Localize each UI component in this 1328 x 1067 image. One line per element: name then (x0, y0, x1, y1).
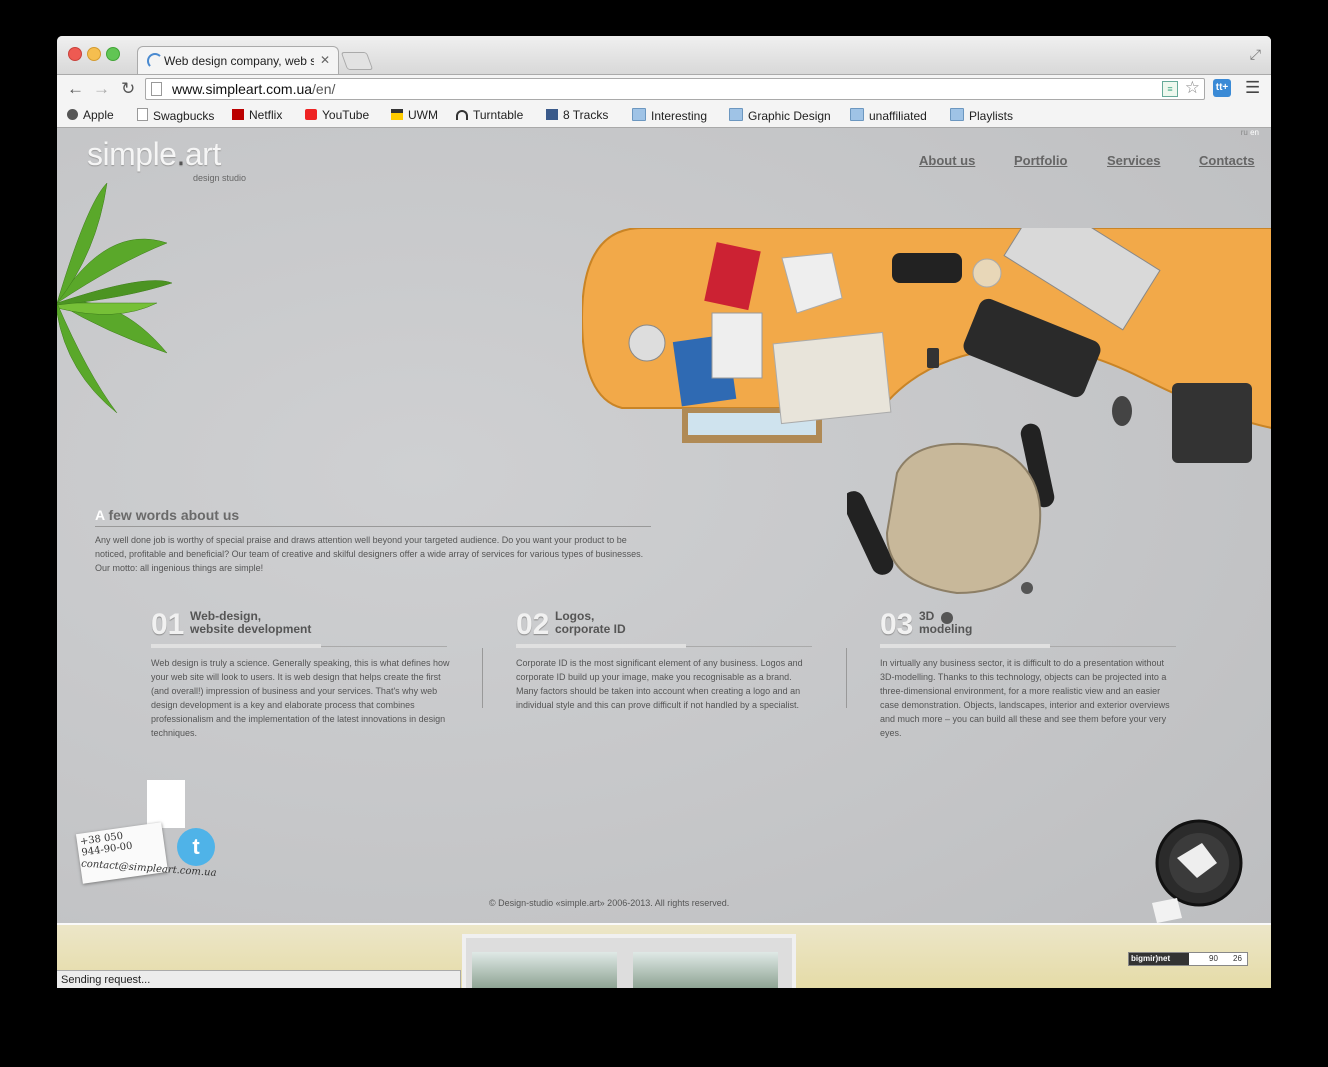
folder-icon (950, 108, 964, 121)
bookmark-turntable[interactable]: Turntable (456, 108, 523, 122)
new-tab-button[interactable] (340, 52, 374, 70)
bookmark-unaffiliated[interactable]: unaffiliated (850, 108, 927, 123)
reload-icon[interactable]: ↻ (121, 79, 135, 99)
menu-icon[interactable]: ☰ (1245, 78, 1260, 98)
bookmark-apple[interactable]: Apple (67, 108, 114, 122)
uwm-icon (391, 109, 403, 120)
office-chair-illustration (847, 423, 1055, 624)
bookmark-star-icon[interactable]: ☆ (1185, 78, 1200, 98)
status-bar: Sending request... (57, 970, 461, 988)
lang-ru-link[interactable]: ru (1241, 128, 1248, 137)
rss-icon[interactable]: ≡ (1162, 81, 1178, 97)
service-number: 01 (151, 608, 185, 641)
placeholder-box (147, 780, 185, 828)
8tracks-icon (546, 109, 558, 120)
folder-icon (729, 108, 743, 121)
youtube-icon (305, 109, 317, 120)
nav-services[interactable]: Services (1107, 153, 1161, 168)
headphones-icon (456, 110, 468, 120)
bookmark-graphic-design[interactable]: Graphic Design (729, 108, 831, 123)
service-title: Logos, corporate ID (555, 609, 626, 636)
service-title: 3D modeling (919, 609, 973, 636)
window-illustration (462, 934, 796, 988)
zoom-window-button[interactable] (106, 47, 120, 61)
browser-toolbar: ← → ↻ www.simpleart.com.ua/en/ ≡ ☆ tt+ ☰ (57, 74, 1271, 103)
bigmir-counter[interactable]: bigmir)net 90 26 (1128, 952, 1248, 966)
service-text: In virtually any business sector, it is … (880, 658, 1170, 738)
apple-icon (67, 109, 78, 120)
bookmark-swagbucks[interactable]: Swagbucks (137, 108, 214, 123)
about-heading: A few words about us (95, 507, 240, 523)
bookmark-interesting[interactable]: Interesting (632, 108, 707, 123)
url-text[interactable]: www.simpleart.com.ua/en/ (172, 81, 335, 97)
nav-portfolio[interactable]: Portfolio (1014, 153, 1067, 168)
about-text: Any well done job is worthy of special p… (95, 535, 644, 573)
close-window-button[interactable] (68, 47, 82, 61)
divider (482, 648, 483, 708)
bookmark-8tracks[interactable]: 8 Tracks (546, 108, 608, 122)
folder-icon (632, 108, 646, 121)
nav-about-us[interactable]: About us (919, 153, 975, 168)
trash-bin-illustration (1152, 819, 1243, 923)
fullscreen-icon[interactable]: ⤢ (1250, 46, 1261, 63)
tab-title: Web design company, web s (164, 54, 314, 68)
bookmarks-bar: Apple Swagbucks Netflix YouTube UWM Turn… (57, 103, 1271, 128)
service-text: Web design is truly a science. Generally… (151, 658, 450, 738)
folder-icon (850, 108, 864, 121)
bookmark-youtube[interactable]: YouTube (305, 108, 369, 122)
browser-window: Web design company, web s ✕ ⤢ ← → ↻ www.… (57, 36, 1271, 988)
bookmark-uwm[interactable]: UWM (391, 108, 438, 122)
address-bar[interactable]: www.simpleart.com.ua/en/ ≡ ☆ (145, 78, 1205, 100)
site-logo[interactable]: simple.art (87, 136, 221, 173)
browser-tab[interactable]: Web design company, web s ✕ (137, 46, 339, 75)
back-icon[interactable]: ← (67, 79, 84, 99)
bookmark-playlists[interactable]: Playlists (950, 108, 1013, 123)
bookmark-netflix[interactable]: Netflix (232, 108, 282, 122)
tab-close-icon[interactable]: ✕ (320, 53, 330, 67)
palm-plant-illustration (57, 183, 173, 413)
copyright: © Design-studio «simple.art» 2006-2013. … (489, 898, 730, 908)
lang-en-link[interactable]: en (1250, 128, 1259, 137)
webpage: simple.art design studio ru en About us … (57, 128, 1271, 988)
language-switcher: ru en (1241, 128, 1259, 137)
page-icon (137, 108, 148, 121)
service-number: 02 (516, 608, 550, 641)
twitter-icon[interactable]: t (177, 828, 215, 866)
divider (95, 526, 651, 527)
divider (846, 648, 847, 708)
service-title: Web-design, website development (190, 609, 312, 636)
service-text: Corporate ID is the most significant ele… (516, 658, 803, 710)
loading-spinner-icon (147, 53, 163, 69)
service-number: 03 (880, 608, 914, 641)
page-icon (151, 82, 162, 96)
title-bar: Web design company, web s ✕ ⤢ (57, 36, 1271, 75)
extension-button[interactable]: tt+ (1213, 79, 1231, 97)
logo-tagline: design studio (193, 173, 247, 183)
netflix-icon (232, 109, 244, 120)
nav-contacts[interactable]: Contacts (1199, 153, 1255, 168)
forward-icon[interactable]: → (93, 79, 110, 99)
minimize-window-button[interactable] (87, 47, 101, 61)
